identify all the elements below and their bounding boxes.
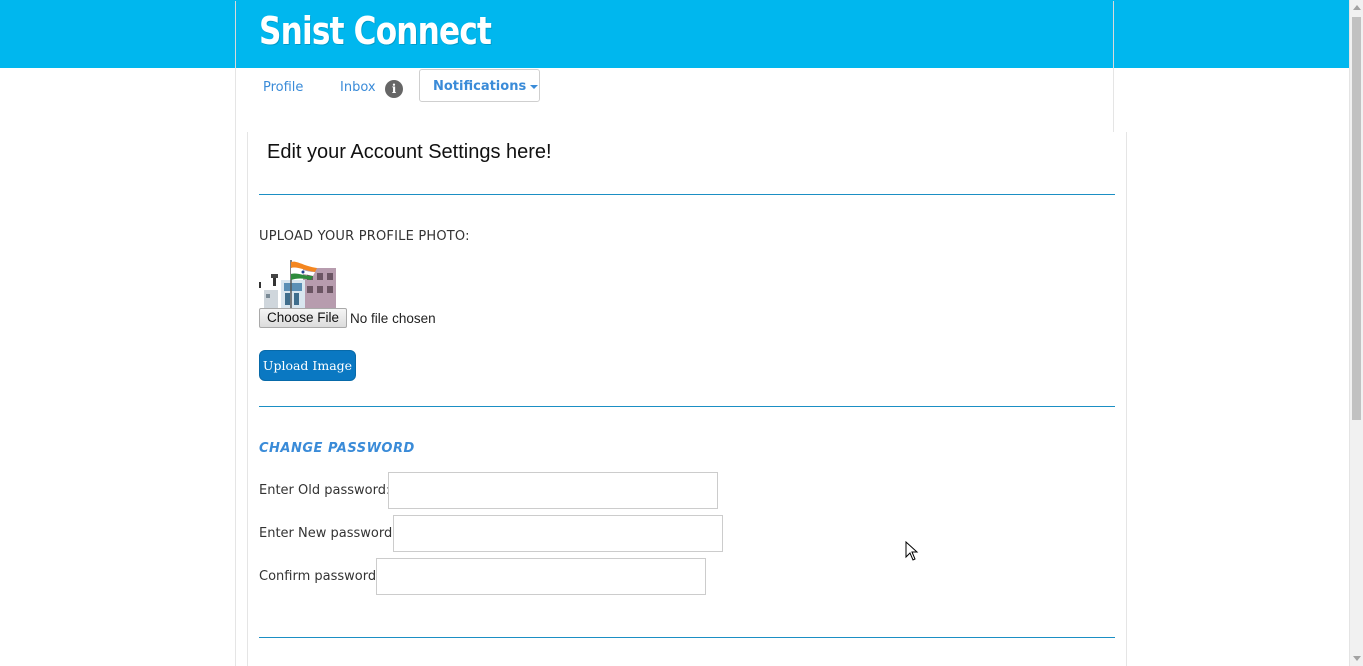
upload-image-button[interactable]: Upload Image	[259, 350, 356, 381]
file-input[interactable]: Choose File No file chosen	[259, 308, 436, 328]
caret-down-icon	[530, 84, 539, 89]
old-password-label: Enter Old password:	[259, 483, 391, 498]
file-status-text: No file chosen	[350, 310, 436, 326]
vertical-scrollbar[interactable]	[1349, 0, 1363, 666]
nav-bar: Profile Inbox i Notifications	[235, 68, 1114, 132]
page-title: Edit your Account Settings here!	[267, 141, 552, 163]
scrollbar-thumb[interactable]	[1352, 17, 1361, 420]
mouse-cursor-icon	[905, 541, 919, 561]
confirm-password-label: Confirm password:	[259, 569, 381, 584]
nav-profile-link[interactable]: Profile	[263, 80, 303, 95]
notifications-label: Notifications	[433, 79, 527, 94]
profile-photo	[259, 258, 336, 308]
upload-photo-label: UPLOAD YOUR PROFILE PHOTO:	[259, 229, 470, 244]
scroll-down-arrow-icon[interactable]	[1353, 656, 1361, 661]
container-border	[235, 132, 236, 666]
new-password-label: Enter New password:	[259, 526, 397, 541]
notifications-dropdown[interactable]: Notifications	[419, 69, 540, 102]
new-password-input[interactable]	[393, 515, 723, 552]
choose-file-button[interactable]: Choose File	[259, 308, 348, 328]
scroll-up-arrow-icon[interactable]	[1353, 5, 1361, 10]
site-logo[interactable]: Snist Connect	[259, 9, 492, 53]
divider	[259, 406, 1115, 407]
info-icon[interactable]: i	[385, 80, 403, 98]
divider	[259, 637, 1115, 638]
nav-inbox-link[interactable]: Inbox	[340, 80, 376, 95]
header-container: Snist Connect	[235, 1, 1114, 68]
change-password-heading: CHANGE PASSWORD	[259, 441, 415, 456]
confirm-password-input[interactable]	[376, 558, 706, 595]
old-password-input[interactable]	[388, 472, 718, 509]
divider	[259, 194, 1115, 195]
